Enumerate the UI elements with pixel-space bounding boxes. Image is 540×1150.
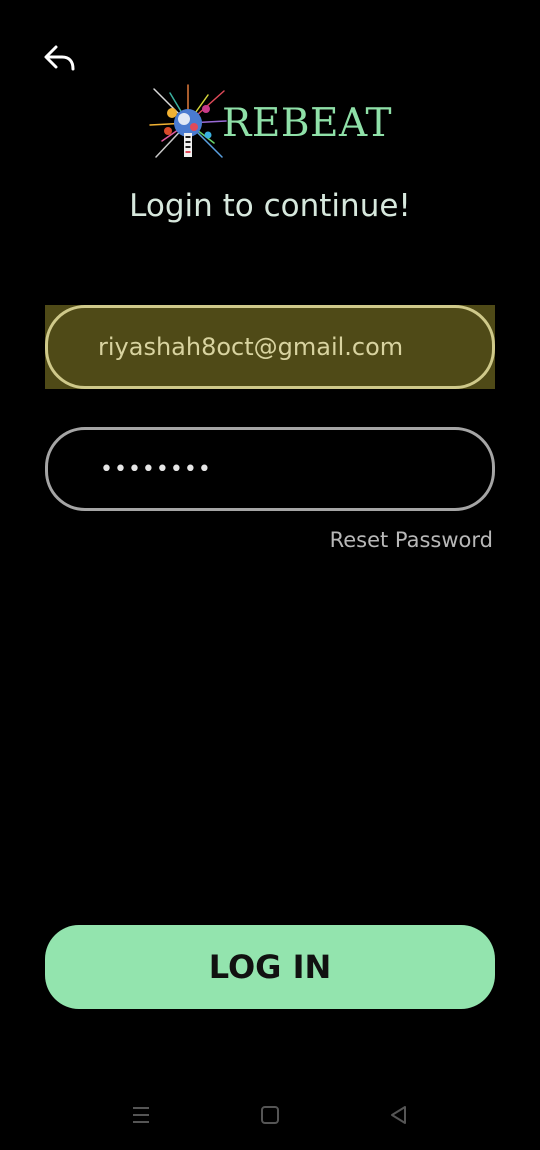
back-button[interactable] — [40, 38, 80, 78]
triangle-back-icon — [391, 1106, 406, 1124]
recent-apps-button[interactable] — [128, 1102, 154, 1128]
login-button[interactable]: LOG IN — [45, 925, 495, 1009]
email-field[interactable]: riyashah8oct@gmail.com — [45, 305, 495, 389]
email-value: riyashah8oct@gmail.com — [98, 333, 404, 361]
brand-name: REBEAT — [221, 100, 392, 146]
menu-lines-icon — [133, 1107, 149, 1123]
password-value: •••••••• — [100, 456, 212, 482]
page-subtitle: Login to continue! — [129, 188, 411, 224]
home-button[interactable] — [257, 1102, 283, 1128]
rebeat-logo — [149, 84, 227, 158]
email-field-container: riyashah8oct@gmail.com — [45, 305, 495, 389]
back-arrow-icon — [44, 45, 75, 71]
square-home-icon — [261, 1106, 279, 1124]
system-back-button[interactable] — [386, 1102, 412, 1128]
login-button-label: LOG IN — [208, 948, 332, 986]
system-nav-bar — [0, 1080, 540, 1150]
password-field[interactable]: •••••••• — [45, 427, 495, 511]
reset-password-link[interactable]: Reset Password — [330, 528, 493, 552]
brand-header: REBEAT — [0, 80, 540, 166]
